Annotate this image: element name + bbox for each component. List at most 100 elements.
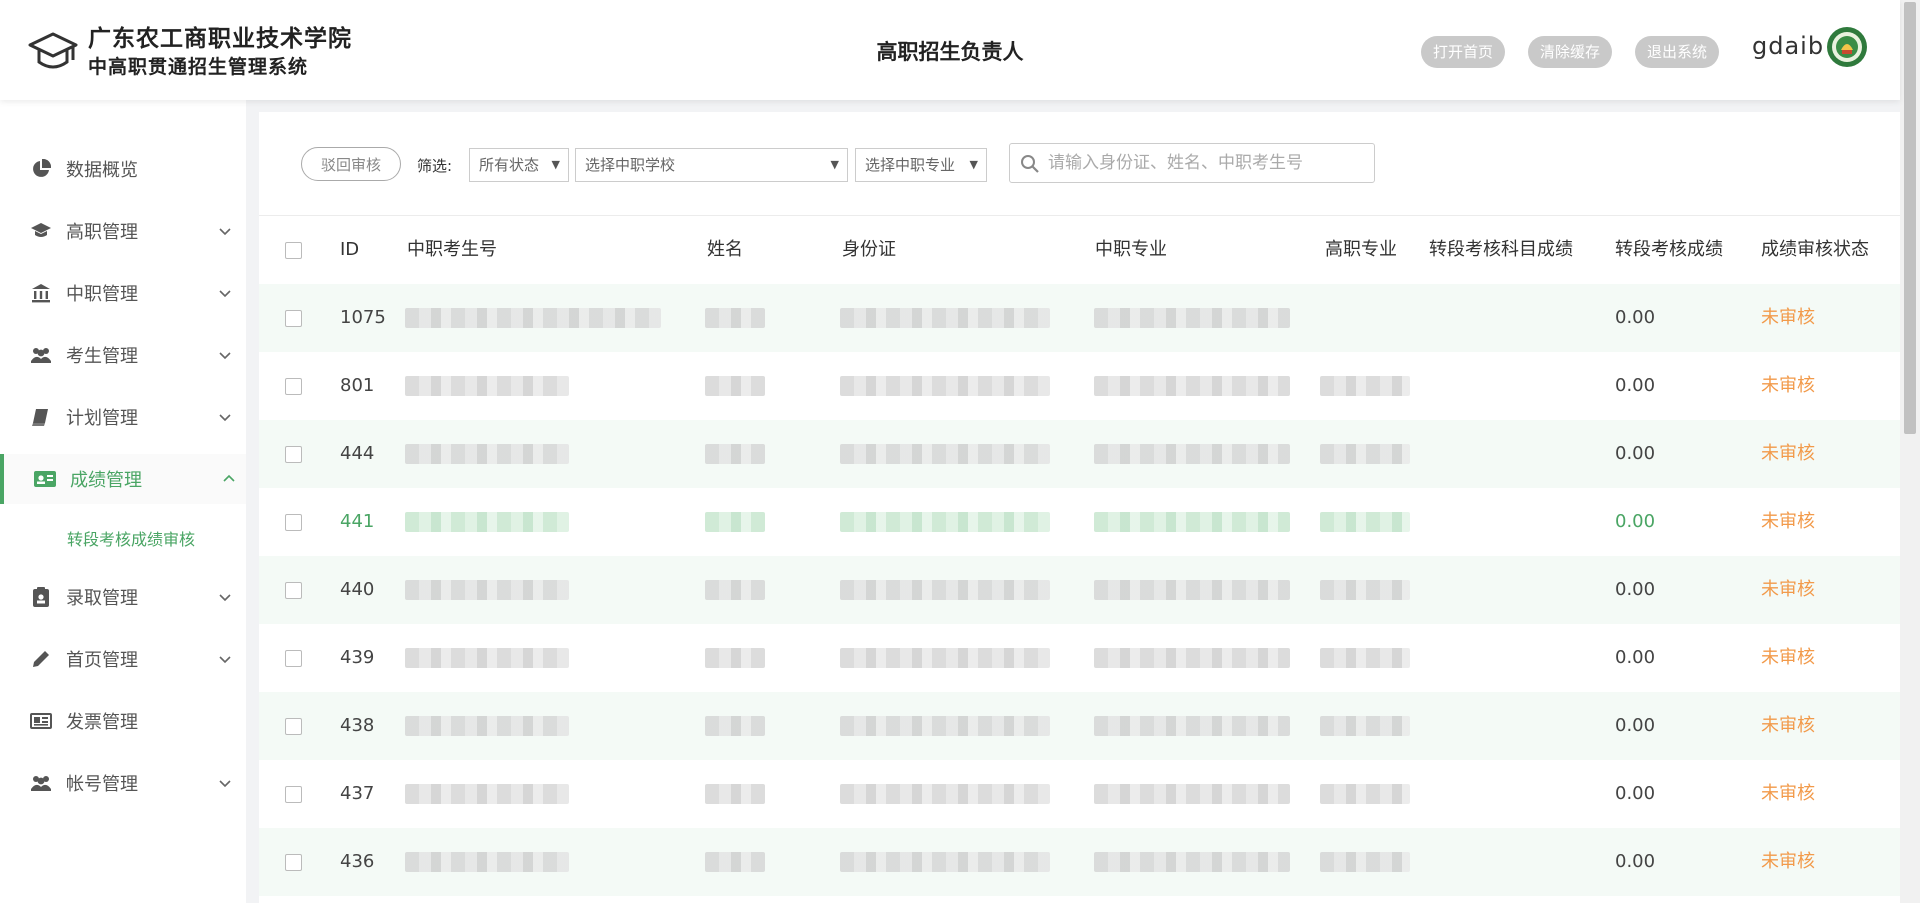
redacted-candidate-no	[405, 648, 569, 668]
redacted-id-card	[840, 648, 1050, 668]
sidebar-subitem-score-review[interactable]: 转段考核成绩审核	[67, 526, 195, 550]
col-review-status[interactable]: 成绩审核状态	[1761, 216, 1869, 284]
row-total-score: 0.00	[1615, 511, 1656, 532]
table-row[interactable]: 444 0.00 未审核	[259, 420, 1900, 488]
logout-button[interactable]: 退出系统	[1635, 36, 1720, 68]
row-id: 441	[340, 511, 375, 532]
status-select[interactable]: 所有状态 ▼	[469, 148, 569, 182]
redacted-candidate-no	[405, 716, 569, 736]
table-row[interactable]: 437 0.00 未审核	[259, 760, 1900, 828]
top-header: 广东农工商职业技术学院 中高职贯通招生管理系统 高职招生负责人 打开首页 清除缓…	[0, 0, 1900, 100]
select-all-checkbox[interactable]	[285, 242, 302, 259]
reject-review-button[interactable]: 驳回审核	[301, 147, 401, 181]
filter-bar: 驳回审核 筛选: 所有状态 ▼ 选择中职学校 ▼ 选择中职专业 ▼	[259, 112, 1900, 216]
row-total-score: 0.00	[1615, 851, 1656, 872]
school-select-value: 选择中职学校	[585, 156, 676, 174]
search-input[interactable]	[1048, 148, 1368, 178]
redacted-id-card	[840, 376, 1050, 396]
scrollbar-thumb[interactable]	[1904, 2, 1916, 434]
school-select[interactable]: 选择中职学校 ▼	[575, 148, 848, 182]
row-checkbox[interactable]	[285, 582, 302, 599]
redacted-secondary-major	[1094, 852, 1290, 872]
row-total-score: 0.00	[1615, 647, 1656, 668]
search-icon	[1021, 155, 1039, 173]
sidebar-item-accounts[interactable]: 帐号管理	[0, 758, 246, 808]
redacted-college-major	[1320, 852, 1410, 872]
row-checkbox[interactable]	[285, 650, 302, 667]
table-header: ID 中职考生号 姓名 身份证 中职专业 高职专业 转段考核科目成绩 转段考核成…	[259, 216, 1900, 284]
table-row[interactable]: 438 0.00 未审核	[259, 692, 1900, 760]
sidebar-item-label: 发票管理	[66, 712, 138, 733]
row-checkbox[interactable]	[285, 718, 302, 735]
caret-down-icon: ▼	[969, 158, 978, 171]
table-row[interactable]: 801 0.00 未审核	[259, 352, 1900, 420]
redacted-name	[705, 512, 765, 532]
row-review-status: 未审核	[1761, 443, 1815, 464]
row-id: 444	[340, 443, 375, 464]
row-id: 1075	[340, 307, 386, 328]
col-subject-scores[interactable]: 转段考核科目成绩	[1429, 216, 1573, 284]
row-checkbox[interactable]	[285, 514, 302, 531]
row-checkbox[interactable]	[285, 310, 302, 327]
row-id: 439	[340, 647, 375, 668]
caret-down-icon: ▼	[830, 158, 839, 171]
username[interactable]: gdaib	[1752, 32, 1824, 60]
sidebar-item-data-overview[interactable]: 数据概览	[0, 144, 246, 194]
sidebar-item-scores[interactable]: 成绩管理	[0, 454, 246, 504]
redacted-secondary-major	[1094, 580, 1290, 600]
sidebar-item-invoices[interactable]: 发票管理	[0, 696, 246, 746]
search-box[interactable]	[1009, 143, 1375, 183]
table-row[interactable]: 439 0.00 未审核	[259, 624, 1900, 692]
avatar[interactable]	[1826, 26, 1868, 68]
col-name[interactable]: 姓名	[707, 216, 743, 284]
row-checkbox[interactable]	[285, 786, 302, 803]
table-row[interactable]: 1075 0.00 未审核	[259, 284, 1900, 352]
row-checkbox[interactable]	[285, 378, 302, 395]
sidebar-item-candidates[interactable]: 考生管理	[0, 330, 246, 380]
row-id: 436	[340, 851, 375, 872]
col-total-score[interactable]: 转段考核成绩	[1615, 216, 1723, 284]
table-row[interactable]: 440 0.00 未审核	[259, 556, 1900, 624]
redacted-secondary-major	[1094, 512, 1290, 532]
redacted-secondary-major	[1094, 376, 1290, 396]
open-home-button[interactable]: 打开首页	[1421, 36, 1506, 68]
col-id[interactable]: ID	[340, 216, 359, 284]
redacted-id-card	[840, 716, 1050, 736]
redacted-candidate-no	[405, 376, 569, 396]
table-row[interactable]: 436 0.00 未审核	[259, 828, 1900, 896]
sidebar-item-label: 考生管理	[66, 346, 138, 367]
invoice-icon	[30, 710, 52, 732]
chevron-down-icon	[219, 414, 231, 422]
redacted-name	[705, 376, 765, 396]
redacted-id-card	[840, 784, 1050, 804]
filter-label: 筛选:	[417, 157, 453, 175]
col-candidate-no[interactable]: 中职考生号	[407, 216, 497, 284]
graduation-cap-icon	[28, 32, 78, 69]
col-id-card[interactable]: 身份证	[842, 216, 896, 284]
sidebar-item-homepage[interactable]: 首页管理	[0, 634, 246, 684]
row-review-status: 未审核	[1761, 783, 1815, 804]
scrollbar[interactable]	[1900, 0, 1920, 903]
sidebar-item-secondary-vocational[interactable]: 中职管理	[0, 268, 246, 318]
sidebar: 数据概览 高职管理 中职管理 考生管理 计划管理 成绩管理 转段考核成绩审核 录…	[0, 100, 246, 903]
major-select[interactable]: 选择中职专业 ▼	[855, 148, 987, 182]
row-review-status: 未审核	[1761, 375, 1815, 396]
school-name: 广东农工商职业技术学院	[88, 26, 352, 52]
row-total-score: 0.00	[1615, 579, 1656, 600]
row-checkbox[interactable]	[285, 446, 302, 463]
chevron-down-icon	[219, 780, 231, 788]
row-checkbox[interactable]	[285, 854, 302, 871]
sidebar-item-admission[interactable]: 录取管理	[0, 572, 246, 622]
col-college-major[interactable]: 高职专业	[1325, 216, 1397, 284]
redacted-secondary-major	[1094, 784, 1290, 804]
row-total-score: 0.00	[1615, 307, 1656, 328]
chevron-up-icon	[223, 474, 235, 482]
redacted-candidate-no	[405, 784, 569, 804]
status-select-value: 所有状态	[479, 156, 540, 174]
chevron-down-icon	[219, 228, 231, 236]
sidebar-item-vocational-college[interactable]: 高职管理	[0, 206, 246, 256]
sidebar-item-plans[interactable]: 计划管理	[0, 392, 246, 442]
col-secondary-major[interactable]: 中职专业	[1095, 216, 1167, 284]
table-row[interactable]: 441 0.00 未审核	[259, 488, 1900, 556]
clear-cache-button[interactable]: 清除缓存	[1528, 36, 1613, 68]
